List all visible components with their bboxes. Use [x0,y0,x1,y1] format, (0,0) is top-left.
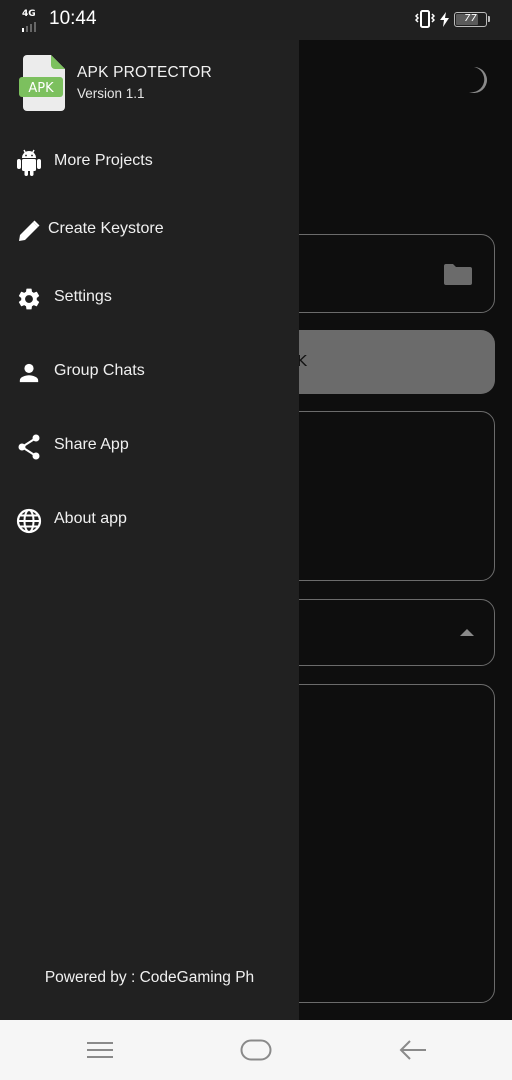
drawer-item-label: More Projects [54,152,153,169]
apk-icon-label: APK [28,81,54,96]
recents-button[interactable] [60,1020,140,1080]
drawer-item-settings[interactable]: Settings [0,271,299,327]
caret-up-icon[interactable] [460,629,474,636]
navigation-drawer: APK APK PROTECTOR Version 1.1 More Proje… [0,40,299,1020]
signal-icon: 4G [20,9,42,32]
folder-icon[interactable] [442,262,472,286]
menu-icon [87,1042,113,1058]
app-version: Version 1.1 [77,86,145,101]
share-icon [18,434,40,460]
powered-by-footer: Powered by : CodeGaming Ph [44,969,255,986]
moon-icon[interactable] [464,65,490,95]
home-icon [240,1039,272,1061]
drawer-item-create-keystore[interactable]: Create Keystore [0,203,299,259]
battery-level: 77 [464,12,477,24]
charging-icon [440,11,449,27]
back-button[interactable] [373,1020,453,1080]
drawer-item-label: About app [54,510,127,527]
drawer-item-share-app[interactable]: Share App [0,419,299,475]
vibrate-icon [415,10,435,28]
system-nav-bar [0,1020,512,1080]
gear-icon [18,288,40,310]
drawer-item-more-projects[interactable]: More Projects [0,135,299,191]
drawer-item-about-app[interactable]: About app [0,493,299,549]
screen: 4G 10:44 77 K APK APK PROTECTOR Version … [0,0,512,1080]
drawer-item-label: Settings [54,288,112,305]
globe-icon [16,508,42,534]
app-title: APK PROTECTOR [77,64,212,81]
network-type: 4G [22,9,36,19]
drawer-item-label: Share App [54,436,129,453]
pencil-icon [19,220,40,241]
back-icon [399,1040,426,1060]
clock: 10:44 [49,8,97,29]
drawer-item-label: Group Chats [54,362,145,379]
android-icon [17,149,41,176]
apk-file-icon: APK [19,55,65,111]
drawer-header: APK APK PROTECTOR Version 1.1 [0,40,299,140]
status-bar: 4G 10:44 77 [0,0,512,40]
home-button[interactable] [216,1020,296,1080]
battery-icon: 77 [454,11,487,27]
person-icon [19,363,39,383]
drawer-item-group-chats[interactable]: Group Chats [0,345,299,401]
drawer-item-label: Create Keystore [48,220,164,237]
